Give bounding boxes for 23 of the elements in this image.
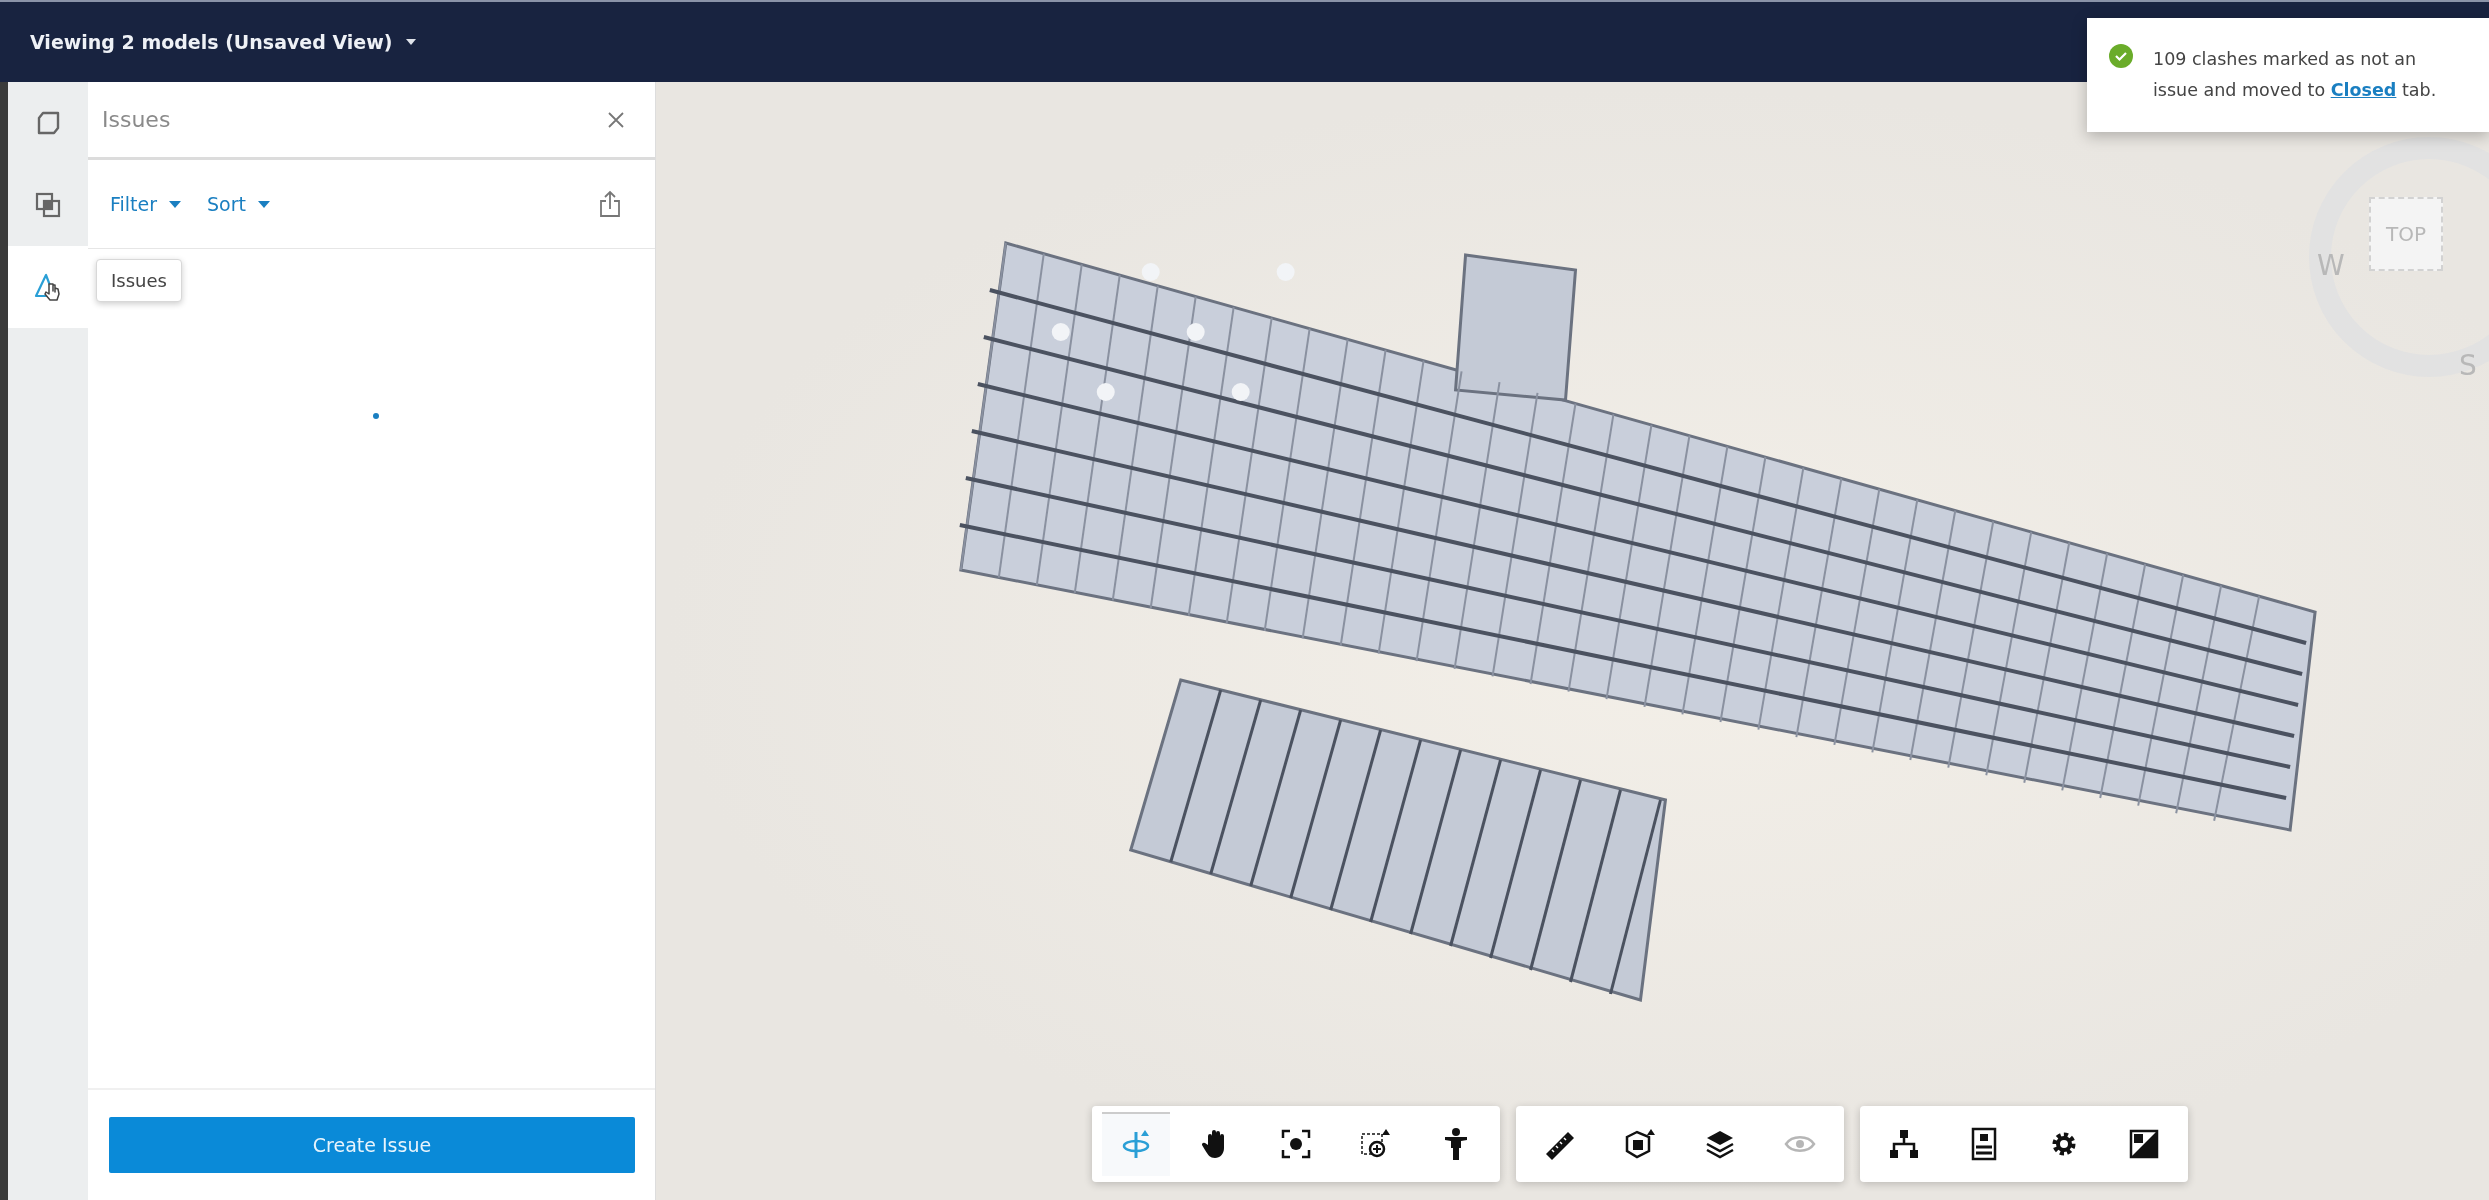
overlap-squares-icon bbox=[34, 191, 62, 219]
view-selector[interactable]: Viewing 2 models (Unsaved View) bbox=[30, 31, 417, 53]
close-icon bbox=[607, 110, 625, 129]
tooltip: Issues bbox=[96, 259, 182, 302]
loading-dot-icon bbox=[373, 413, 379, 419]
cube-face-label: TOP bbox=[2369, 197, 2443, 271]
panel-title: Issues bbox=[102, 107, 171, 132]
check-circle-icon bbox=[2109, 44, 2133, 68]
caret-icon bbox=[406, 39, 417, 45]
dropdown-button[interactable]: Sort bbox=[207, 193, 270, 215]
hierarchy-icon bbox=[1887, 1127, 1921, 1161]
dropdown-button[interactable]: Filter bbox=[110, 193, 182, 215]
box-cut-icon bbox=[1623, 1127, 1657, 1161]
create-issue-button[interactable]: Create Issue bbox=[109, 1117, 635, 1173]
caret-icon bbox=[169, 200, 182, 208]
closed-tab-link[interactable]: Closed bbox=[2330, 80, 2397, 100]
focus-icon bbox=[1279, 1127, 1313, 1161]
square-split-icon bbox=[2127, 1127, 2161, 1161]
caret-icon bbox=[258, 200, 270, 208]
warning-cursor-icon bbox=[33, 272, 63, 302]
building-model-drawing[interactable] bbox=[959, 241, 2317, 1002]
share-icon bbox=[599, 190, 621, 218]
notification-message: 109 clashes marked as not an issue and moved to Closed tab. bbox=[2153, 48, 2438, 102]
